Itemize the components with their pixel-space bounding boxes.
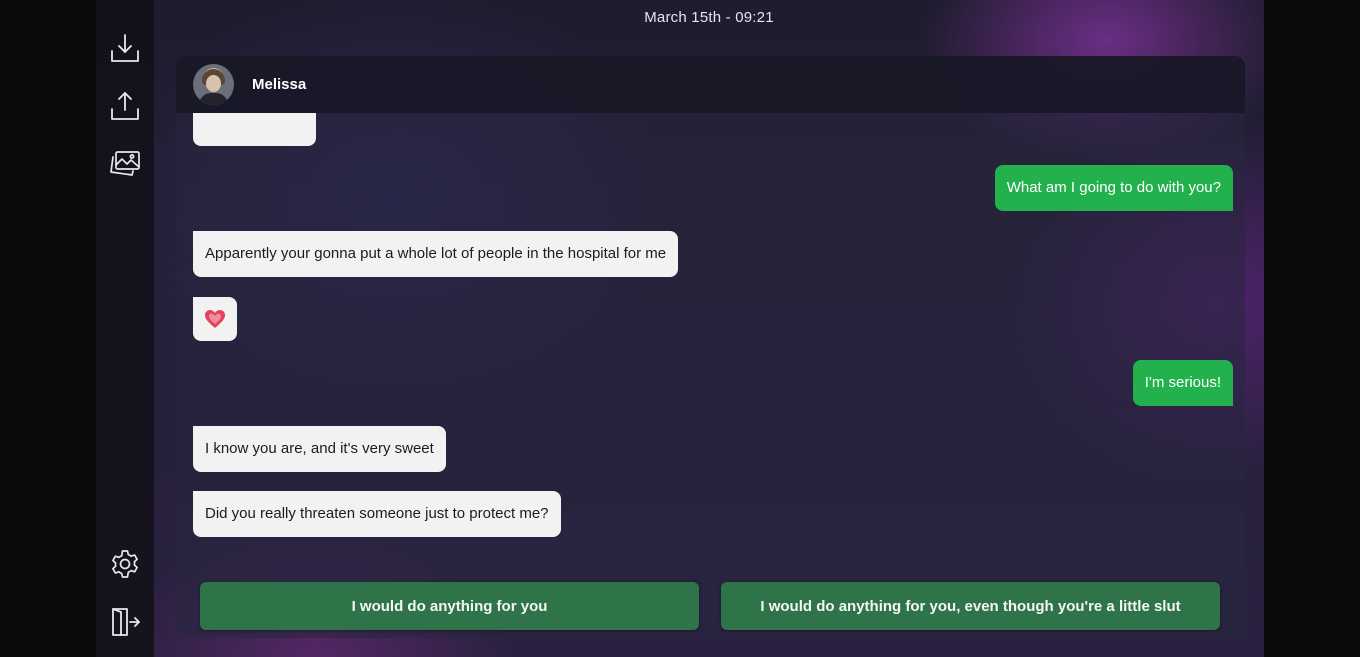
message-incoming-emoji (193, 297, 237, 341)
avatar (193, 64, 234, 105)
message-outgoing: What am I going to do with you? (994, 165, 1233, 211)
message-list[interactable]: What am I going to do with you? Apparent… (176, 113, 1245, 563)
settings-icon[interactable] (108, 547, 142, 581)
chat-header: Melissa (176, 56, 1245, 113)
contact-name: Melissa (252, 76, 307, 93)
heart-icon (205, 310, 225, 328)
download-icon[interactable] (108, 31, 142, 65)
sidebar (96, 0, 154, 657)
exit-icon[interactable] (108, 605, 142, 639)
letterbox-right (1264, 0, 1360, 657)
chat-panel: Melissa What am I going to do with you? … (176, 56, 1245, 638)
message-incoming: Did you really threaten someone just to … (193, 491, 561, 537)
choice-button-1[interactable]: I would do anything for you (200, 582, 699, 630)
phone-screen: March 15th - 09:21 Melissa What am I goi… (96, 0, 1264, 657)
date-time-display: March 15th - 09:21 (644, 9, 774, 26)
message-incoming: Apparently your gonna put a whole lot of… (193, 231, 679, 277)
message-incoming (193, 113, 316, 146)
gallery-icon[interactable] (108, 147, 142, 181)
upload-icon[interactable] (108, 89, 142, 123)
reply-choices: I would do anything for you I would do a… (200, 582, 1220, 630)
letterbox-left (0, 0, 96, 657)
message-incoming: I know you are, and it's very sweet (193, 426, 446, 472)
message-outgoing: I'm serious! (1132, 360, 1233, 406)
choice-button-2[interactable]: I would do anything for you, even though… (721, 582, 1220, 630)
